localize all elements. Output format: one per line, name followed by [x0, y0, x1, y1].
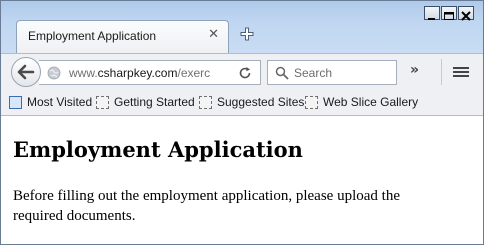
search-icon — [275, 66, 289, 80]
search-box[interactable]: Search — [267, 60, 397, 85]
page-content: Employment Application Before filling ou… — [1, 116, 483, 244]
page-icon — [305, 95, 318, 109]
tab-employment-application[interactable]: Employment Application ✕ — [16, 20, 229, 53]
close-tab-icon[interactable]: ✕ — [208, 28, 219, 41]
tab-title: Employment Application — [28, 29, 157, 43]
bookmark-suggested-sites[interactable]: Suggested Sites — [199, 95, 304, 109]
search-placeholder: Search — [294, 66, 333, 80]
bookmark-label: Most Visited — [27, 95, 93, 109]
url-path: /exerc — [177, 66, 211, 80]
bookmark-getting-started[interactable]: Getting Started — [96, 95, 195, 109]
title-bar: Employment Application ✕ — [1, 1, 483, 53]
navigation-toolbar: www.csharpkey.com/exerc Search » — [1, 53, 483, 89]
close-icon — [461, 11, 471, 21]
back-button[interactable] — [11, 57, 41, 87]
address-bar[interactable]: www.csharpkey.com/exerc — [39, 60, 261, 85]
page-heading: Employment Application — [13, 137, 303, 162]
menu-button[interactable] — [441, 59, 475, 85]
bookmark-web-slice-gallery[interactable]: Web Slice Gallery — [305, 95, 418, 109]
bookmark-label: Web Slice Gallery — [323, 95, 419, 109]
maximize-button[interactable] — [441, 6, 457, 20]
minimize-icon — [428, 18, 435, 20]
maximize-icon — [444, 12, 454, 20]
page-icon — [96, 95, 109, 109]
browser-window: Employment Application ✕ www.csharpkey.c… — [0, 0, 484, 245]
bookmark-label: Suggested Sites — [217, 95, 305, 109]
window-controls — [424, 6, 474, 21]
most-visited-icon — [9, 95, 22, 109]
bookmark-label: Getting Started — [114, 95, 195, 109]
url-prefix: www. — [69, 66, 98, 80]
bookmark-most-visited[interactable]: Most Visited — [9, 95, 92, 109]
page-icon — [199, 95, 212, 109]
url-host: csharpkey.com — [97, 66, 178, 80]
globe-icon — [47, 66, 61, 80]
close-window-button[interactable] — [458, 6, 474, 21]
bookmarks-toolbar: Most Visited Getting Started Suggested S… — [1, 89, 483, 116]
new-tab-icon[interactable] — [239, 26, 255, 42]
minimize-button[interactable] — [424, 6, 440, 20]
overflow-chevron-icon[interactable]: » — [410, 62, 419, 78]
page-paragraph: Before filling out the employment applic… — [13, 188, 400, 224]
url-text[interactable]: www.csharpkey.com/exerc — [69, 66, 229, 80]
back-arrow-icon — [17, 64, 35, 80]
reload-icon[interactable] — [238, 66, 252, 80]
